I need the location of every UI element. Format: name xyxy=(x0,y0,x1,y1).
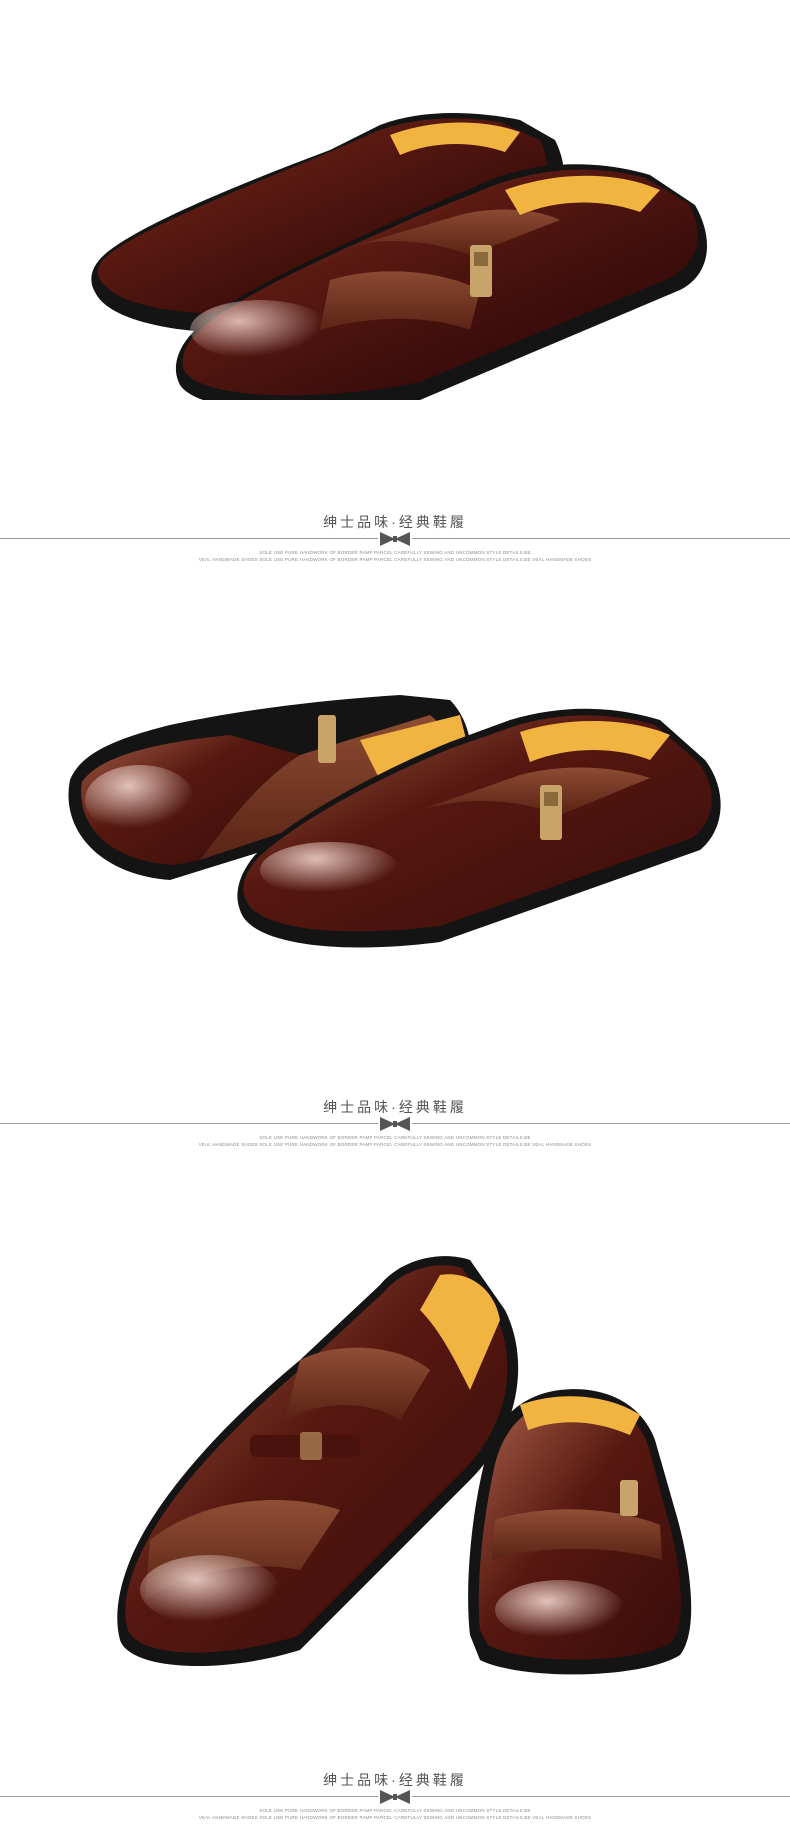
bow-tie-icon xyxy=(378,1116,412,1132)
divider-title: 绅士品味·经典鞋履 xyxy=(323,1772,467,1788)
divider-subtitle: VEAL HANDMADE SHOES SOLE USE PURE HANDWO… xyxy=(198,1815,592,1820)
shoe-toe-forward xyxy=(468,1389,692,1675)
section-divider: 绅士品味·经典鞋履 SOLE USE PURE HANDWORK OF BORD… xyxy=(0,1770,790,1840)
product-photo-front-view xyxy=(0,1240,790,1680)
bow-tie-icon xyxy=(378,531,412,547)
section-divider: 绅士品味·经典鞋履 SOLE USE PURE HANDWORK OF BORD… xyxy=(0,512,790,582)
divider-subtitle: SOLE USE PURE HANDWORK OF BORDER PAMP PA… xyxy=(259,1135,531,1140)
section-divider: 绅士品味·经典鞋履 SOLE USE PURE HANDWORK OF BORD… xyxy=(0,1097,790,1167)
bow-tie-icon xyxy=(378,1789,412,1805)
shoe-angled-main xyxy=(117,1256,519,1667)
product-photo-side-view xyxy=(0,680,790,980)
product-photo-pair-front xyxy=(0,40,790,400)
divider-subtitle: SOLE USE PURE HANDWORK OF BORDER PAMP PA… xyxy=(259,550,531,555)
divider-subtitle: SOLE USE PURE HANDWORK OF BORDER PAMP PA… xyxy=(259,1808,531,1813)
divider-subtitle: VEAL HANDMADE SHOES SOLE USE PURE HANDWO… xyxy=(198,557,592,562)
divider-title: 绅士品味·经典鞋履 xyxy=(323,514,467,530)
divider-title: 绅士品味·经典鞋履 xyxy=(323,1099,467,1115)
divider-subtitle: VEAL HANDMADE SHOES SOLE USE PURE HANDWO… xyxy=(198,1142,592,1147)
